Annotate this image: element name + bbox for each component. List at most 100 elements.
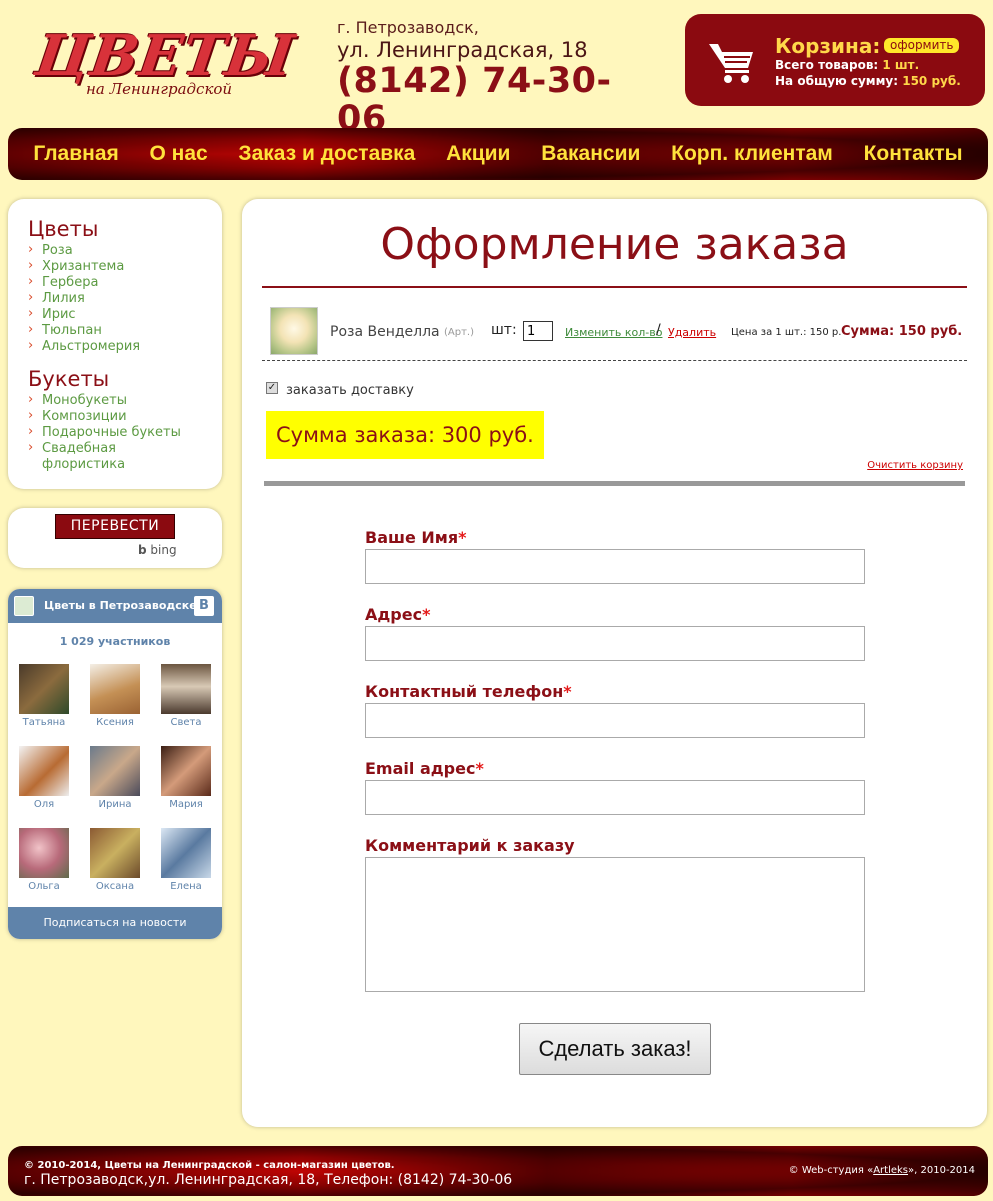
footer: © 2010-2014, Цветы на Ленинградской - са…: [8, 1146, 988, 1196]
member-name: Оля: [33, 799, 55, 810]
member-avatar: [19, 746, 69, 796]
address-label-text: Адрес: [365, 605, 423, 624]
cart-items-value: 1 шт.: [882, 58, 920, 72]
studio-link[interactable]: Artleks: [873, 1165, 908, 1176]
header-city: г. Петрозаводск,: [337, 18, 479, 37]
category-link[interactable]: Подарочные букеты: [28, 424, 202, 441]
member-avatar: [19, 664, 69, 714]
vk-member[interactable]: Оксана: [85, 828, 145, 892]
unit-price: Цена за 1 шт.: 150 р.: [731, 327, 842, 338]
cart-items-label: Всего товаров:: [775, 58, 879, 72]
comment-label: Комментарий к заказу: [365, 836, 575, 855]
quantity-input[interactable]: [523, 321, 553, 341]
header-contacts: г. Петрозаводск, ул. Ленинградская, 18 (…: [337, 18, 637, 138]
header-phone: (8142) 74-30-06: [337, 61, 612, 139]
vk-member[interactable]: Мария: [156, 746, 216, 810]
nav-item-jobs[interactable]: Вакансии: [541, 142, 640, 166]
header-street: ул. Ленинградская, 18: [337, 38, 588, 62]
category-link[interactable]: Свадебная флористика: [28, 440, 202, 473]
change-quantity-link[interactable]: Изменить кол-во: [565, 326, 662, 339]
member-name: Света: [170, 717, 202, 728]
vk-member[interactable]: Ольга: [14, 828, 74, 892]
delivery-label[interactable]: заказать доставку: [286, 383, 414, 398]
product-thumbnail[interactable]: [270, 307, 318, 355]
address-field[interactable]: [365, 626, 865, 661]
nav-item-promos[interactable]: Акции: [446, 142, 510, 166]
member-name: Татьяна: [22, 717, 66, 728]
translate-button[interactable]: ПЕРЕВЕСТИ: [55, 514, 175, 539]
required-mark: *: [475, 759, 484, 778]
category-link[interactable]: Монобукеты: [28, 392, 202, 409]
member-name: Мария: [169, 799, 203, 810]
vk-member[interactable]: Оля: [14, 746, 74, 810]
delete-item-link[interactable]: Удалить: [668, 326, 716, 339]
category-link[interactable]: Композиции: [28, 408, 202, 425]
cart-divider: [264, 481, 965, 486]
vk-group-avatar[interactable]: [14, 596, 34, 616]
vk-member[interactable]: Света: [156, 664, 216, 728]
category-link[interactable]: Тюльпан: [28, 322, 202, 339]
vk-member[interactable]: Елена: [156, 828, 216, 892]
footer-copyright: © 2010-2014, Цветы на Ленинградской - са…: [24, 1160, 395, 1171]
shopping-cart-icon[interactable]: [707, 40, 757, 84]
nav-item-delivery[interactable]: Заказ и доставка: [238, 142, 415, 166]
category-link[interactable]: Хризантема: [28, 258, 202, 275]
studio-prefix: © Web-студия «: [788, 1165, 874, 1176]
site-logo[interactable]: ЦВЕТЫ на Ленинградской: [31, 23, 298, 106]
link-separator: /: [656, 322, 661, 338]
clear-cart-link[interactable]: Очистить корзину: [867, 460, 963, 471]
phone-label: Контактный телефон*: [365, 682, 572, 701]
nav-item-home[interactable]: Главная: [33, 142, 118, 166]
member-name: Ирина: [98, 799, 132, 810]
cart-widget: Корзина: оформить Всего товаров: 1 шт. Н…: [685, 14, 985, 106]
bing-icon: b: [138, 543, 147, 557]
delivery-checkbox[interactable]: ✓: [266, 382, 278, 394]
cart-items-line: Всего товаров: 1 шт.: [775, 58, 919, 72]
member-name: Ольга: [28, 881, 60, 892]
nav-item-corporate[interactable]: Корп. клиентам: [671, 142, 833, 166]
member-avatar: [161, 828, 211, 878]
vk-member[interactable]: Ирина: [85, 746, 145, 810]
member-avatar: [19, 828, 69, 878]
member-name: Елена: [170, 881, 202, 892]
category-link[interactable]: Гербера: [28, 274, 202, 291]
member-name: Оксана: [95, 881, 135, 892]
member-avatar: [90, 828, 140, 878]
quantity-label: шт:: [491, 322, 517, 338]
nav-item-contacts[interactable]: Контакты: [864, 142, 963, 166]
vk-member[interactable]: Ксения: [85, 664, 145, 728]
comment-textarea[interactable]: [365, 857, 865, 992]
required-mark: *: [422, 605, 431, 624]
required-mark: *: [458, 528, 467, 547]
bouquets-heading: Букеты: [28, 367, 110, 391]
category-link[interactable]: Ирис: [28, 306, 202, 323]
order-panel: Оформление заказа Роза Венделла (Арт.) ш…: [242, 199, 987, 1127]
vk-members-count[interactable]: 1 029 участников: [8, 635, 222, 648]
category-link[interactable]: Лилия: [28, 290, 202, 307]
address-label: Адрес*: [365, 605, 430, 624]
studio-suffix: », 2010-2014: [908, 1165, 975, 1176]
order-total: Сумма заказа: 300 руб.: [266, 411, 544, 459]
submit-order-button[interactable]: Сделать заказ!: [519, 1023, 711, 1075]
translate-widget: ПЕРЕВЕСТИ b bing: [8, 508, 222, 568]
category-link[interactable]: Альстромерия: [28, 338, 202, 355]
member-avatar: [90, 746, 140, 796]
vk-group-widget: Цветы в Петрозаводске В 1 029 участников…: [8, 589, 222, 939]
phone-field[interactable]: [365, 703, 865, 738]
logo-main-text: ЦВЕТЫ: [31, 23, 299, 89]
category-link[interactable]: Роза: [28, 242, 202, 259]
vk-group-title[interactable]: Цветы в Петрозаводске: [44, 599, 197, 612]
vk-member[interactable]: Татьяна: [14, 664, 74, 728]
name-field[interactable]: [365, 549, 865, 584]
page-title: Оформление заказа: [380, 219, 849, 270]
cart-checkout-button[interactable]: оформить: [884, 38, 960, 53]
cart-title: Корзина:: [775, 34, 881, 58]
vk-logo-icon[interactable]: В: [194, 596, 214, 616]
product-article: (Арт.): [444, 327, 474, 338]
product-name[interactable]: Роза Венделла: [330, 324, 440, 340]
vk-subscribe-button[interactable]: Подписаться на новости: [8, 907, 222, 939]
footer-address: г. Петрозаводск,ул. Ленинградская, 18, Т…: [24, 1172, 513, 1188]
nav-item-about[interactable]: О нас: [149, 142, 207, 166]
email-field[interactable]: [365, 780, 865, 815]
flowers-list: Роза Хризантема Гербера Лилия Ирис Тюльп…: [28, 242, 202, 355]
